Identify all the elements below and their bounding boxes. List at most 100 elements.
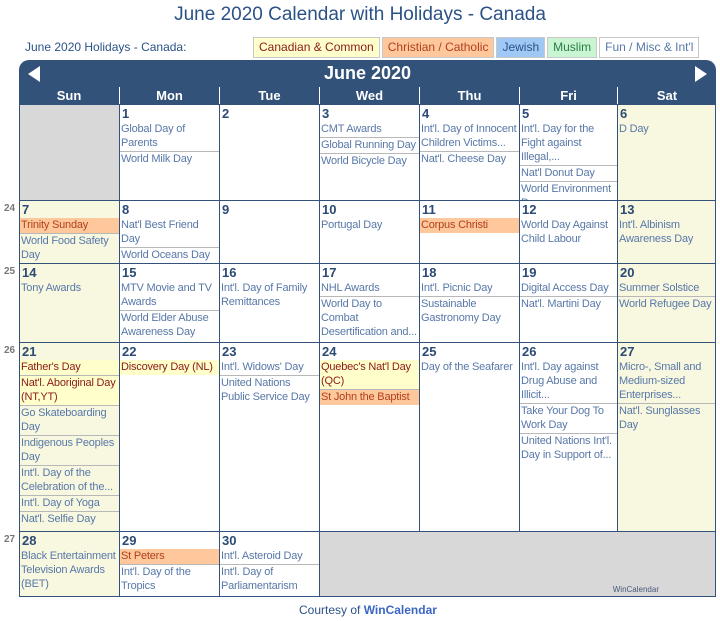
empty-day-cell <box>20 105 119 200</box>
holiday-event[interactable]: Quebec's Nat'l Day (QC) <box>320 360 419 390</box>
day-cell[interactable]: 30 Int'l. Asteroid Day Int'l. Day of Parli… <box>220 532 319 596</box>
holiday-event[interactable]: Nat'l Donut Day <box>520 166 617 182</box>
holiday-event[interactable]: World Refugee Day <box>618 297 715 312</box>
day-cell[interactable]: 19 Digital Access Day Nat'l. Martini Day <box>520 264 617 342</box>
holiday-event[interactable]: Indigenous Peoples Day <box>20 436 119 466</box>
holiday-event[interactable]: Global Day of Parents <box>120 122 219 152</box>
day-cell[interactable]: 13 Int'l. Albinism Awareness Day <box>618 201 715 263</box>
holiday-event[interactable]: St John the Baptist <box>320 390 419 405</box>
day-cell[interactable]: 15 MTV Movie and TV Awards World Elder Abu… <box>120 264 219 342</box>
day-cell[interactable]: 21 Father's Day Nat'l. Aboriginal Day (NT,… <box>20 343 119 531</box>
day-cell[interactable]: 23 Int'l. Widows' Day United Nations Publi… <box>220 343 319 531</box>
holiday-event[interactable]: Int'l. Asteroid Day <box>220 549 319 565</box>
holiday-event[interactable]: Day of the Seafarer <box>420 360 519 375</box>
holiday-event[interactable]: Trinity Sunday <box>20 218 119 234</box>
day-cell[interactable]: 28 Black Entertainment Television Awards … <box>20 532 119 596</box>
day-cell[interactable]: 24 Quebec's Nat'l Day (QC) St John the Bap… <box>320 343 419 531</box>
day-cell[interactable]: 25 Day of the Seafarer <box>420 343 519 531</box>
holiday-event[interactable]: Nat'l. Selfie Day <box>20 512 119 527</box>
courtesy-text: Courtesy of <box>299 603 364 617</box>
holiday-event[interactable]: World Oceans Day <box>120 248 219 263</box>
holiday-event[interactable]: World Environment Day <box>520 182 617 200</box>
holiday-event[interactable]: World Day to Combat Desertification and.… <box>320 297 419 340</box>
holiday-event[interactable]: Int'l. Day for the Fight against Illegal… <box>520 122 617 166</box>
holiday-event[interactable]: United Nations Public Service Day <box>220 376 319 405</box>
holiday-event[interactable]: Corpus Christi <box>420 218 519 233</box>
month-header: June 2020 <box>19 60 716 87</box>
day-cell[interactable]: 4 Int'l. Day of Innocent Children Victims… <box>420 105 519 200</box>
day-number: 23 <box>222 344 237 359</box>
day-cell[interactable]: 16 Int'l. Day of Family Remittances <box>220 264 319 342</box>
day-cell[interactable]: 2 <box>220 105 319 200</box>
day-cell[interactable]: 1 Global Day of Parents World Milk Day <box>120 105 219 200</box>
next-month-arrow-icon[interactable] <box>695 66 707 82</box>
holiday-event[interactable]: Black Entertainment Television Awards (B… <box>20 549 119 592</box>
holiday-event[interactable]: NHL Awards <box>320 281 419 297</box>
day-number: 6 <box>620 106 628 121</box>
holiday-event[interactable]: Portugal Day <box>320 218 419 233</box>
holiday-event[interactable]: Nat'l Best Friend Day <box>120 218 219 248</box>
day-cell[interactable]: 9 <box>220 201 319 263</box>
day-cell[interactable]: 11 Corpus Christi <box>420 201 519 263</box>
weekday-header-wed: Wed <box>319 87 419 104</box>
holiday-event[interactable]: Int'l. Widows' Day <box>220 360 319 376</box>
day-number: 25 <box>422 344 437 359</box>
wincalendar-link[interactable]: WinCalendar <box>364 603 437 617</box>
day-cell[interactable]: 8 Nat'l Best Friend Day World Oceans Day <box>120 201 219 263</box>
holiday-event[interactable]: World Day Against Child Labour <box>520 218 617 247</box>
holiday-event[interactable]: St Peters <box>120 549 219 565</box>
day-cell[interactable]: 5 Int'l. Day for the Fight against Illega… <box>520 105 617 200</box>
day-number: 10 <box>322 202 337 217</box>
day-cell[interactable]: 14 Tony Awards <box>20 264 119 342</box>
day-cell[interactable]: 6D Day <box>618 105 715 200</box>
holiday-event[interactable]: Nat'l. Sunglasses Day <box>618 404 715 433</box>
day-cell[interactable]: 18 Int'l. Picnic Day Sustainable Gastronom… <box>420 264 519 342</box>
holiday-event[interactable]: Nat'l. Aboriginal Day (NT,YT) <box>20 376 119 406</box>
holiday-event[interactable]: Discovery Day (NL) <box>120 360 219 375</box>
holiday-event[interactable]: CMT Awards <box>320 122 419 138</box>
holiday-event[interactable]: Father's Day <box>20 360 119 376</box>
holiday-event[interactable]: Int'l. Day of the Tropics <box>120 565 219 594</box>
day-cell[interactable]: 7 Trinity Sunday World Food Safety Day <box>20 201 119 263</box>
holiday-event[interactable]: World Milk Day <box>120 152 219 167</box>
holiday-event[interactable]: Global Running Day <box>320 138 419 154</box>
day-cell[interactable]: 22 Discovery Day (NL) <box>120 343 219 531</box>
holiday-event[interactable]: MTV Movie and TV Awards <box>120 281 219 311</box>
day-number: 4 <box>422 106 430 121</box>
holiday-event[interactable]: Int'l. Day of Parliamentarism <box>220 565 319 594</box>
holiday-event[interactable]: Int'l. Albinism Awareness Day <box>618 218 715 247</box>
day-number: 16 <box>222 265 237 280</box>
holiday-event[interactable]: Nat'l. Cheese Day <box>420 152 519 167</box>
holiday-event[interactable]: Summer Solstice <box>618 281 715 297</box>
holiday-event[interactable]: World Bicycle Day <box>320 154 419 169</box>
holidays-subtitle: June 2020 Holidays - Canada: <box>25 40 187 54</box>
weekday-header-sat: Sat <box>617 87 716 104</box>
holiday-event[interactable]: Go Skateboarding Day <box>20 406 119 436</box>
holiday-event[interactable]: Int'l. Day of Family Remittances <box>220 281 319 310</box>
day-cell[interactable]: 20 Summer Solstice World Refugee Day <box>618 264 715 342</box>
holiday-event[interactable]: Tony Awards <box>20 281 119 296</box>
day-cell[interactable]: 3 CMT Awards Global Running Day World Bicyc… <box>320 105 419 200</box>
holiday-event[interactable]: World Food Safety Day <box>20 234 119 263</box>
holiday-event[interactable]: Int'l. Day of Yoga <box>20 496 119 512</box>
holiday-event[interactable]: D Day <box>618 122 715 137</box>
holiday-event[interactable]: Int'l. Day of Innocent Children Victims.… <box>420 122 519 152</box>
day-cell[interactable]: 29 St Peters Int'l. Day of the Tropics <box>120 532 219 596</box>
holiday-event[interactable]: World Elder Abuse Awareness Day <box>120 311 219 340</box>
day-cell[interactable]: 10 Portugal Day <box>320 201 419 263</box>
holiday-event[interactable]: Sustainable Gastronomy Day <box>420 297 519 326</box>
holiday-event[interactable]: Take Your Dog To Work Day <box>520 404 617 434</box>
day-cell[interactable]: 12 World Day Against Child Labour <box>520 201 617 263</box>
day-cell[interactable]: 17 NHL Awards World Day to Combat Desertif… <box>320 264 419 342</box>
day-cell[interactable]: 26 Int'l. Day against Drug Abuse and Illi… <box>520 343 617 531</box>
holiday-event[interactable]: Nat'l. Martini Day <box>520 297 617 312</box>
empty-trailing-cells: WinCalendar <box>320 532 715 596</box>
day-cell[interactable]: 27 Micro-, Small and Medium-sized Enterpr… <box>618 343 715 531</box>
holiday-event[interactable]: Micro-, Small and Medium-sized Enterpris… <box>618 360 715 404</box>
day-number: 7 <box>22 202 30 217</box>
holiday-event[interactable]: Digital Access Day <box>520 281 617 297</box>
holiday-event[interactable]: Int'l. Day against Drug Abuse and Illici… <box>520 360 617 404</box>
holiday-event[interactable]: United Nations Int'l. Day in Support of.… <box>520 434 617 463</box>
holiday-event[interactable]: Int'l. Day of the Celebration of the... <box>20 466 119 496</box>
holiday-event[interactable]: Int'l. Picnic Day <box>420 281 519 297</box>
